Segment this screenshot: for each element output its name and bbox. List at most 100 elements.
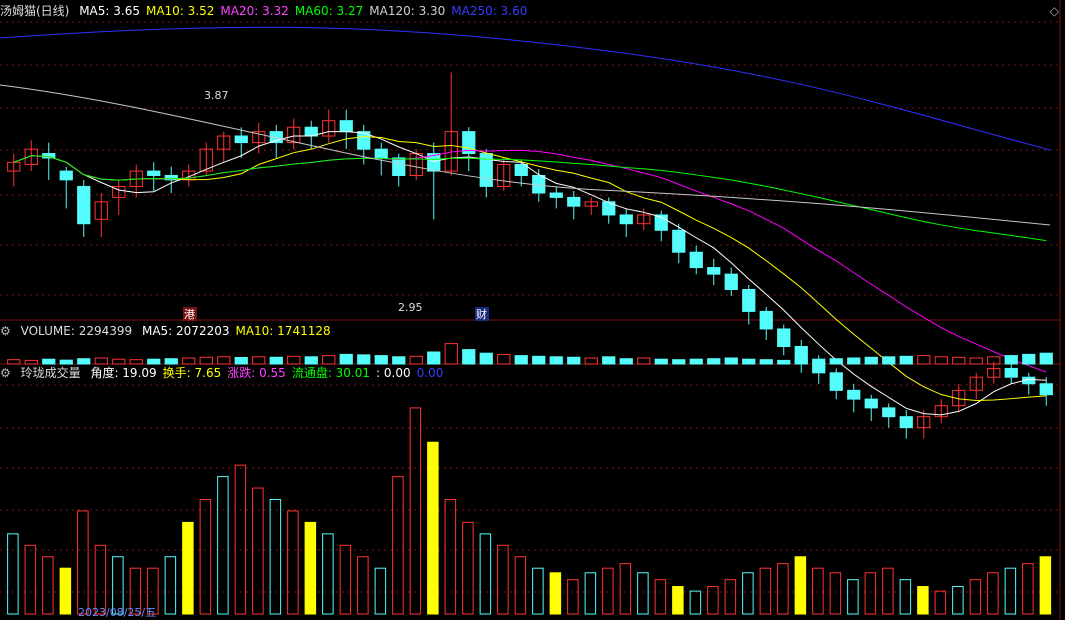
volume-bar — [672, 359, 686, 365]
date-label: 2023/08/25/五 — [78, 606, 157, 619]
volume-bar — [357, 354, 371, 365]
volume-bar — [462, 349, 476, 365]
ma250-line — [0, 26, 1051, 151]
candle-body — [777, 328, 791, 348]
indicator-bar — [777, 563, 789, 615]
ma-label-5: MA250: 3.60 — [451, 4, 528, 18]
indicator-bar — [59, 567, 72, 615]
candle-body — [689, 251, 703, 269]
candle-body — [42, 153, 56, 159]
volume-bar — [899, 355, 913, 365]
candle-body — [759, 310, 773, 330]
volume-bar — [934, 356, 948, 365]
event-marker: 财 — [476, 307, 487, 321]
indicator-bar — [987, 572, 999, 615]
indicator-bar — [934, 590, 947, 615]
volume-bar — [969, 357, 983, 365]
indicator-bar — [654, 579, 667, 615]
indicator-bar — [42, 556, 54, 615]
indicator-bar — [707, 586, 719, 615]
high-price-label: 3.87 — [204, 89, 229, 102]
indicator-bar — [637, 572, 649, 615]
indicator-bar — [217, 476, 229, 615]
indicator-bar — [602, 567, 614, 615]
indicator-bar — [724, 579, 737, 615]
diamond-icon[interactable]: ◇ — [1050, 4, 1059, 18]
indicator-bar — [269, 499, 282, 615]
candle-body — [724, 273, 738, 290]
indicator-bar — [1004, 567, 1017, 615]
indicator-bar — [514, 556, 527, 615]
volume-bar — [1022, 353, 1036, 365]
ind-field-0: 角度: 19.09 — [90, 366, 157, 380]
indicator-bar — [864, 572, 877, 615]
volume-bar — [444, 343, 458, 365]
volume-bar — [917, 355, 931, 365]
indicator-bar — [339, 544, 352, 615]
vol-ma-label-0: MA5: 2072203 — [141, 324, 230, 338]
volume-bar — [777, 359, 791, 365]
ma-label-2: MA20: 3.32 — [220, 4, 289, 18]
chart-canvas[interactable]: 3.87 2.95 港 财 — [0, 0, 1065, 620]
ind-field-4: : 0.00 — [376, 366, 411, 380]
volume-bar — [549, 356, 563, 365]
volume-bar — [689, 358, 703, 365]
volume-bar — [409, 355, 423, 365]
volume-bar — [567, 356, 581, 365]
indicator-bar — [444, 499, 457, 615]
indicator-bar — [1039, 556, 1052, 615]
indicator-bar — [742, 572, 754, 615]
volume-bar — [532, 355, 546, 365]
indicator-bar — [584, 572, 597, 615]
volume-bar — [829, 358, 843, 365]
volume-bar — [707, 358, 721, 365]
candle-body — [1004, 367, 1018, 378]
indicator-values: 角度: 19.09 换手: 7.65 涨跌: 0.55 流通盘: 30.01: 0.0… — [90, 366, 449, 380]
candle-body — [1039, 383, 1053, 396]
indicator-bar — [969, 579, 982, 615]
volume-bar — [794, 359, 808, 365]
settings-icon[interactable]: ⚙ — [0, 324, 11, 338]
indicator-bar — [322, 533, 334, 615]
ma-values: MA5: 3.65 MA10: 3.52 MA20: 3.32 MA60: 3.27 M… — [79, 4, 533, 18]
volume-title: VOLUME: 2294399 — [20, 324, 133, 338]
indicator-bar — [812, 567, 824, 615]
low-price-label: 2.95 — [398, 301, 423, 314]
volume-bar — [392, 356, 406, 365]
indicator-bar — [409, 407, 422, 615]
indicator-bar — [689, 590, 702, 615]
settings-icon[interactable]: ⚙ — [0, 366, 11, 380]
indicator-bar — [164, 556, 177, 615]
main-legend: 汤姆猫(日线) MA5: 3.65 MA10: 3.52 MA20: 3.32 MA6… — [0, 2, 539, 20]
indicator-bar — [357, 556, 369, 615]
candle-body — [742, 288, 756, 312]
candle-body — [339, 120, 353, 133]
indicator-bar — [199, 499, 212, 615]
candle-body — [707, 267, 721, 275]
candle-body — [672, 229, 686, 253]
indicator-bar — [182, 521, 194, 615]
indicator-bar — [1022, 563, 1034, 615]
indicator-bar — [672, 586, 684, 615]
volume-bar — [584, 357, 598, 365]
indicator-bar — [479, 533, 492, 615]
volume-bar — [1004, 355, 1018, 365]
indicator-bar — [392, 476, 404, 615]
volume-bar — [374, 355, 388, 365]
volume-bar — [724, 357, 738, 365]
volume-bar — [304, 356, 318, 365]
ind-field-1: 换手: 7.65 — [162, 366, 222, 380]
candle-body — [392, 157, 406, 176]
vol-ma-label-1: MA10: 1741128 — [235, 324, 331, 338]
candle-body — [77, 185, 91, 225]
volume-bar — [637, 357, 651, 365]
indicator-bar — [829, 572, 842, 615]
volume-bar — [269, 356, 283, 365]
indicator-bar — [462, 521, 474, 615]
candle-body — [847, 389, 861, 400]
volume-legend: ⚙ VOLUME: 2294399 MA5: 2072203 MA10: 1741… — [0, 322, 343, 340]
volume-bar — [497, 353, 511, 365]
candle-body — [567, 196, 581, 207]
volume-bar — [654, 358, 668, 365]
ind-field-2: 涨跌: 0.55 — [227, 366, 286, 380]
